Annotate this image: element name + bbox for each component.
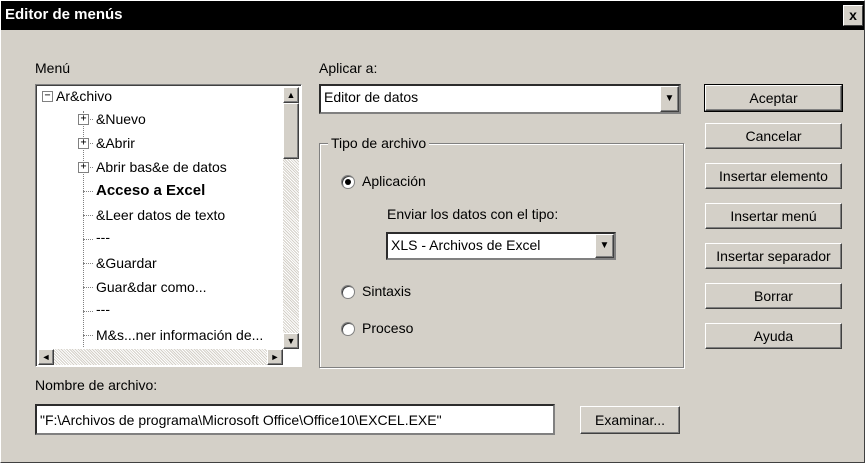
insert-item-button[interactable]: Insertar elemento [705, 163, 842, 189]
radio-aplicacion[interactable] [341, 175, 355, 189]
scroll-up-icon[interactable]: ▲ [283, 87, 299, 103]
tree-vertical-scrollbar[interactable]: ▲ ▼ [283, 87, 299, 349]
apply-to-value: Editor de datos [324, 89, 419, 105]
tree-connector [83, 287, 93, 288]
collapse-icon[interactable]: − [42, 91, 53, 102]
menu-tree[interactable]: − Ar&chivo + &Nuevo + &Abrir + Abrir bas… [35, 84, 302, 367]
expand-icon[interactable]: + [78, 114, 89, 125]
filename-value: "F:\Archivos de programa\Microsoft Offic… [40, 412, 442, 428]
tree-item-selected[interactable]: Acceso a Excel [96, 182, 205, 199]
tree-item[interactable]: --- [96, 301, 110, 317]
close-icon[interactable]: x [843, 5, 863, 26]
window-title: Editor de menús [5, 6, 123, 23]
apply-to-select[interactable]: Editor de datos ▼ [319, 84, 681, 114]
file-type-legend: Tipo de archivo [328, 135, 430, 151]
send-type-value: XLS - Archivos de Excel [391, 237, 541, 253]
tree-item[interactable]: &Guardar [96, 255, 157, 271]
expand-icon[interactable]: + [78, 162, 89, 173]
scroll-thumb[interactable] [283, 103, 299, 159]
filename-input[interactable]: "F:\Archivos de programa\Microsoft Offic… [35, 404, 555, 435]
radio-proceso-label[interactable]: Proceso [362, 320, 413, 336]
tree-item[interactable]: &Abrir [96, 135, 135, 151]
radio-aplicacion-label[interactable]: Aplicación [362, 173, 426, 189]
tree-connector [83, 239, 93, 240]
tree-horizontal-scrollbar[interactable]: ◄ ► [38, 349, 283, 365]
accept-button[interactable]: Aceptar [704, 84, 843, 112]
expand-icon[interactable]: + [78, 138, 89, 149]
scroll-down-icon[interactable]: ▼ [283, 333, 299, 349]
delete-button[interactable]: Borrar [705, 283, 842, 309]
tree-item[interactable]: Guar&dar como... [96, 279, 207, 295]
menu-editor-dialog: Editor de menús x Menú − Ar&chivo + &Nue… [0, 0, 865, 463]
tree-connector [83, 191, 93, 192]
browse-button[interactable]: Examinar... [580, 406, 680, 434]
tree-item[interactable]: Ar&chivo [56, 88, 112, 104]
scroll-left-icon[interactable]: ◄ [38, 349, 54, 365]
tree-connector [83, 215, 93, 216]
menu-tree-content: − Ar&chivo + &Nuevo + &Abrir + Abrir bas… [38, 87, 282, 348]
chevron-down-icon[interactable]: ▼ [595, 234, 614, 258]
tree-connector [83, 263, 93, 264]
tree-item[interactable]: --- [96, 229, 110, 245]
tree-connector [83, 335, 93, 336]
tree-item[interactable]: &Nuevo [96, 111, 146, 127]
tree-item[interactable]: M&s...ner información de... [96, 327, 263, 343]
radio-sintaxis[interactable] [341, 285, 355, 299]
apply-to-label: Aplicar a: [319, 60, 378, 76]
chevron-down-icon[interactable]: ▼ [660, 86, 679, 112]
radio-selected-dot [345, 179, 351, 185]
title-bar: Editor de menús x [1, 1, 864, 30]
tree-item[interactable]: Abrir bas&e de datos [96, 159, 227, 175]
insert-menu-button[interactable]: Insertar menú [705, 203, 842, 229]
filename-label: Nombre de archivo: [35, 377, 158, 393]
radio-proceso[interactable] [341, 322, 355, 336]
send-type-label: Enviar los datos con el tipo: [387, 206, 559, 222]
insert-separator-button[interactable]: Insertar separador [705, 243, 842, 269]
help-button[interactable]: Ayuda [705, 323, 842, 349]
radio-sintaxis-label[interactable]: Sintaxis [362, 283, 411, 299]
menu-label: Menú [35, 60, 71, 76]
tree-connector [83, 311, 93, 312]
send-type-select[interactable]: XLS - Archivos de Excel ▼ [386, 232, 616, 260]
cancel-button[interactable]: Cancelar [705, 123, 842, 149]
scroll-right-icon[interactable]: ► [267, 349, 283, 365]
tree-item[interactable]: &Leer datos de texto [96, 207, 225, 223]
